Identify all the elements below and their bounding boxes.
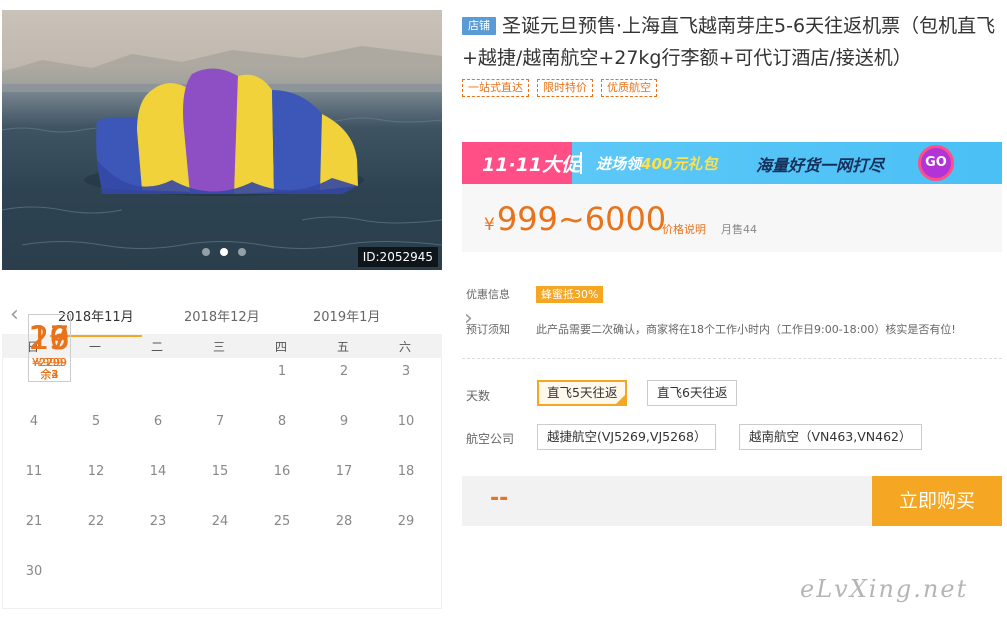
feature-tag: 优质航空 <box>601 79 657 97</box>
carousel-dots[interactable] <box>202 248 246 256</box>
calendar-grid: 1 2 3 4 5 6 7 8 9 10 11 12 13 ¥2299 余3 1… <box>2 314 442 609</box>
weekday: 四 <box>274 339 287 354</box>
calendar-day: 5 <box>91 414 101 429</box>
banner-separator <box>580 152 582 174</box>
carousel-dot[interactable] <box>238 248 246 256</box>
price-explanation-link[interactable]: 价格说明 <box>662 221 706 237</box>
banner-promo-highlight: 400元礼包 <box>641 155 718 173</box>
calendar-day: 12 <box>87 464 105 479</box>
price-box: ¥999~6000 价格说明 月售44 <box>462 184 1002 252</box>
banner-event: 11·11大促 <box>482 154 581 176</box>
calendar-day: 22 <box>87 514 105 529</box>
chevron-left-icon[interactable]: ‹ <box>10 302 19 327</box>
buy-bar: -- 立即购买 <box>462 476 1002 526</box>
calendar-day: 18 <box>397 464 415 479</box>
calendar-day: 16 <box>273 464 291 479</box>
parachute-sea-photo <box>2 46 442 249</box>
option-airline-vietnam-airlines[interactable]: 越南航空（VN463,VN462） <box>739 424 922 450</box>
booking-label: 预订须知 <box>466 323 510 336</box>
booking-text: 此产品需要二次确认，商家将在18个工作小时内（工作日9:00-18:00）核实是… <box>536 323 956 336</box>
feature-tag: 限时特价 <box>537 79 593 97</box>
product-title: 店铺 圣诞元旦预售·上海直飞越南芽庄5-6天往返机票（包机直飞+越捷/越南航空+2… <box>462 10 1002 74</box>
calendar-day: 23 <box>149 514 167 529</box>
price-calendar: ‹ 2018年11月 2018年12月 2019年1月 › 日 一 二 三 四 … <box>2 296 473 609</box>
product-title-text: 圣诞元旦预售·上海直飞越南芽庄5-6天往返机票（包机直飞+越捷/越南航空+27k… <box>462 15 996 69</box>
banner-promo: 进场领400元礼包 <box>596 153 717 174</box>
price-range: ¥999~6000 <box>484 200 666 238</box>
option-airline-vietjet[interactable]: 越捷航空(VJ5269,VJ5268） <box>537 424 717 450</box>
feature-tags: 一站式直达 限时特价 优质航空 <box>462 79 1002 97</box>
calendar-day: 8 <box>277 414 287 429</box>
calendar-day: 17 <box>335 464 353 479</box>
calendar-day: 4 <box>29 414 39 429</box>
section-divider <box>462 358 1002 359</box>
calendar-day: 25 <box>273 514 291 529</box>
product-image: ID:2052945 <box>2 10 442 270</box>
calendar-day: 2 <box>339 364 349 379</box>
booking-note-row: 预订须知 此产品需要二次确认，商家将在18个工作小时内（工作日9:00-18:00… <box>466 321 956 337</box>
product-detail: 店铺 圣诞元旦预售·上海直飞越南芽庄5-6天往返机票（包机直飞+越捷/越南航空+2… <box>462 10 1002 526</box>
days-label: 天数 <box>466 389 491 403</box>
discount-badge: 蜂蜜抵30% <box>536 286 604 303</box>
calendar-day: 21 <box>25 514 43 529</box>
calendar-day: 28 <box>335 514 353 529</box>
banner-go-button[interactable]: GO <box>918 145 954 181</box>
carousel-dot-active[interactable] <box>220 248 228 256</box>
calendar-day <box>65 558 127 608</box>
option-days-5[interactable]: 直飞5天往返 <box>537 380 628 406</box>
tab-month-3[interactable]: 2019年1月 <box>313 306 380 325</box>
currency-symbol: ¥ <box>484 215 495 235</box>
day-number: 27 <box>29 319 70 357</box>
tab-month-2[interactable]: 2018年12月 <box>184 306 260 325</box>
calendar-day-available[interactable]: 27 ¥2299 余3 <box>28 314 71 382</box>
buy-now-button[interactable]: 立即购买 <box>872 476 1002 526</box>
site-watermark: eLvXing.net <box>800 575 969 603</box>
calendar-day <box>189 358 251 408</box>
banner-slogan: 海量好货一网打尽 <box>756 156 885 175</box>
calendar-day: 7 <box>215 414 225 429</box>
discount-label: 优惠信息 <box>466 288 510 301</box>
calendar-day <box>65 358 127 408</box>
calendar-day: 24 <box>211 514 229 529</box>
promo-banner[interactable]: 11·11大促 进场领400元礼包 海量好货一网打尽 GO <box>462 142 1002 184</box>
calendar-day: 9 <box>339 414 349 429</box>
feature-tag: 一站式直达 <box>462 79 529 97</box>
banner-promo-prefix: 进场领 <box>596 155 642 173</box>
weekday: 二 <box>150 339 163 354</box>
weekday: 一 <box>88 339 101 354</box>
store-tag: 店铺 <box>462 17 496 35</box>
image-id-label: ID:2052945 <box>357 247 438 267</box>
price-range-value: 999~6000 <box>496 200 667 238</box>
calendar-day: 29 <box>397 514 415 529</box>
calendar-day: 3 <box>401 364 411 379</box>
carousel-dot[interactable] <box>202 248 210 256</box>
calendar-day: 10 <box>397 414 415 429</box>
weekday: 三 <box>212 339 225 354</box>
calendar-day: 11 <box>25 464 43 479</box>
calendar-day: 15 <box>211 464 229 479</box>
calendar-day <box>127 358 189 408</box>
selected-price: -- <box>490 486 509 511</box>
calendar-day: 14 <box>149 464 167 479</box>
weekday: 六 <box>398 339 411 354</box>
calendar-day: 6 <box>153 414 163 429</box>
weekday: 五 <box>336 339 349 354</box>
airline-label: 航空公司 <box>466 432 515 446</box>
calendar-day: 30 <box>25 564 43 579</box>
day-remaining: 余3 <box>40 368 59 381</box>
discount-row: 优惠信息 蜂蜜抵30% <box>466 286 604 303</box>
option-days-6[interactable]: 直飞6天往返 <box>647 380 738 406</box>
calendar-day: 1 <box>277 364 287 379</box>
monthly-sales: 月售44 <box>721 223 757 236</box>
